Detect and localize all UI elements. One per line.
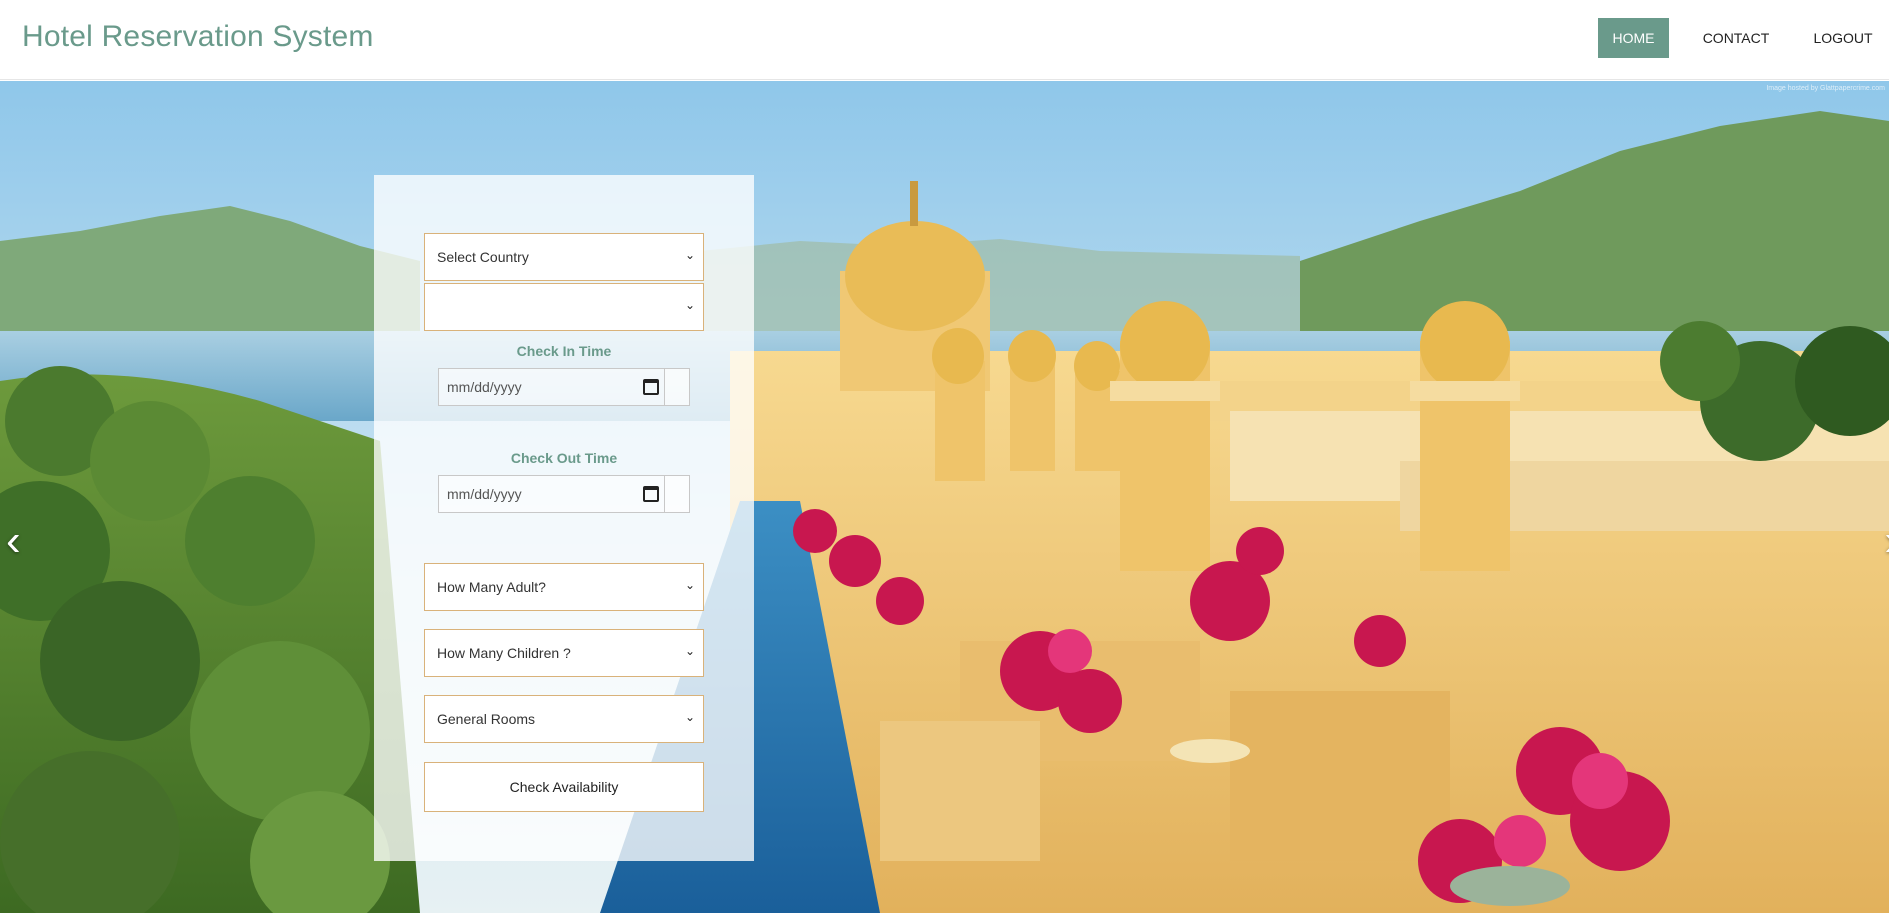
room-type-select-value: General Rooms — [437, 711, 536, 727]
calendar-icon[interactable] — [643, 486, 659, 502]
chevron-down-icon: ⌄ — [684, 578, 695, 592]
check-in-stub — [664, 368, 690, 406]
nav-logout[interactable]: LOGOUT — [1803, 18, 1883, 58]
city-select[interactable]: ⌄ — [424, 283, 704, 331]
check-in-input[interactable]: mm/dd/yyyy — [438, 368, 690, 406]
site-title[interactable]: Hotel Reservation System — [22, 20, 374, 54]
check-out-label: Check Out Time — [510, 450, 618, 466]
check-out-placeholder: mm/dd/yyyy — [447, 486, 522, 502]
children-select-value: How Many Children ? — [437, 645, 571, 661]
check-in-label: Check In Time — [516, 343, 612, 359]
chevron-down-icon: ⌄ — [684, 248, 695, 262]
check-out-stub — [664, 475, 690, 513]
hero-image — [0, 81, 1889, 913]
navbar: Hotel Reservation System HOME CONTACT LO… — [0, 0, 1889, 80]
chevron-down-icon: ⌄ — [684, 644, 695, 658]
room-type-select[interactable]: General Rooms ⌄ — [424, 695, 704, 743]
chevron-down-icon: ⌄ — [684, 710, 695, 724]
children-select[interactable]: How Many Children ? ⌄ — [424, 629, 704, 677]
chevron-down-icon: ⌄ — [684, 298, 695, 312]
chevron-right-icon[interactable]: › — [1884, 519, 1889, 563]
nav-home[interactable]: HOME — [1598, 18, 1669, 58]
adult-select-value: How Many Adult? — [437, 579, 546, 595]
hero-carousel: Image hosted by Glattpapercrime.com ‹ › — [0, 81, 1889, 913]
check-out-input[interactable]: mm/dd/yyyy — [438, 475, 690, 513]
adult-select[interactable]: How Many Adult? ⌄ — [424, 563, 704, 611]
nav-contact[interactable]: CONTACT — [1687, 18, 1785, 58]
country-select-value: Select Country — [437, 249, 529, 265]
booking-form: Select Country ⌄ ⌄ Check In Time mm/dd/y… — [374, 175, 754, 861]
image-credit: Image hosted by Glattpapercrime.com — [1766, 85, 1885, 92]
chevron-left-icon[interactable]: ‹ — [6, 519, 21, 563]
check-in-placeholder: mm/dd/yyyy — [447, 379, 522, 395]
main-nav: HOME CONTACT LOGOUT — [1598, 18, 1889, 58]
country-select[interactable]: Select Country ⌄ — [424, 233, 704, 281]
check-availability-button[interactable]: Check Availability — [424, 762, 704, 812]
calendar-icon[interactable] — [643, 379, 659, 395]
